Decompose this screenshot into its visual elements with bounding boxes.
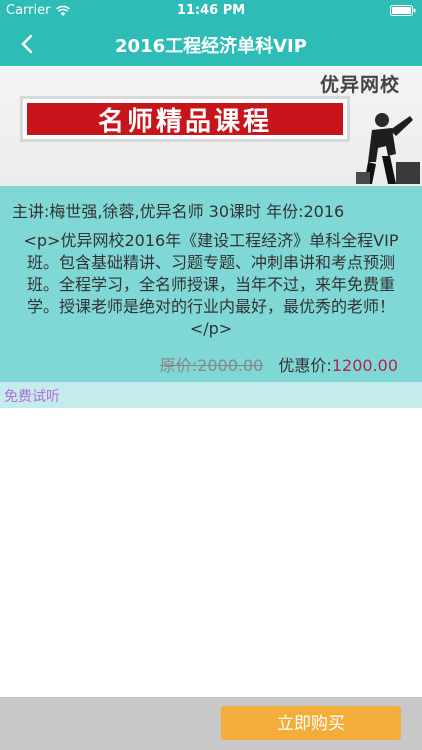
page-title: 2016工程经济单科VIP (115, 36, 307, 57)
course-banner: 优异网校 名师精品课程 (0, 66, 422, 186)
banner-school-name: 优异网校 (319, 74, 400, 96)
course-meta: 主讲:梅世强,徐蓉,优异名师 30课时 年份:2016 (12, 202, 345, 221)
original-price: 原价:2000.00 (159, 356, 264, 375)
status-time: 11:46 PM (176, 3, 246, 18)
free-trial-label[interactable]: 免费试听 (4, 386, 60, 406)
price-line: 原价:2000.00 优惠价:1200.00 (160, 352, 398, 376)
banner-plate: 名师精品课程 (20, 96, 350, 142)
bottom-bar: 立即购买 (0, 697, 422, 750)
battery-icon (390, 5, 416, 16)
status-bar: Carrier 11:46 PM (0, 0, 422, 22)
free-trial-section[interactable]: 免费试听 (0, 382, 422, 408)
chevron-left-icon[interactable] (16, 32, 40, 56)
banner-red-panel: 名师精品课程 (27, 103, 343, 137)
navigation-bar: 2016工程经济单科VIP (0, 22, 422, 66)
business-figure-graphic (356, 113, 420, 184)
banner-slogan: 名师精品课程 (97, 106, 272, 137)
discount-label: 优惠价: (278, 356, 332, 375)
discount-price: 1200.00 (331, 356, 398, 375)
buy-now-button[interactable]: 立即购买 (221, 706, 401, 740)
course-info: 主讲:梅世强,徐蓉,优异名师 30课时 年份:2016 <p>优异网校2016年… (0, 186, 422, 382)
screen: Carrier 11:46 PM 2016工程经济单科VIP 优异网校 名师精品… (0, 0, 422, 750)
course-description: <p>优异网校2016年《建设工程经济》单科全程VIP班。包含基础精讲、习题专题… (23, 231, 399, 338)
